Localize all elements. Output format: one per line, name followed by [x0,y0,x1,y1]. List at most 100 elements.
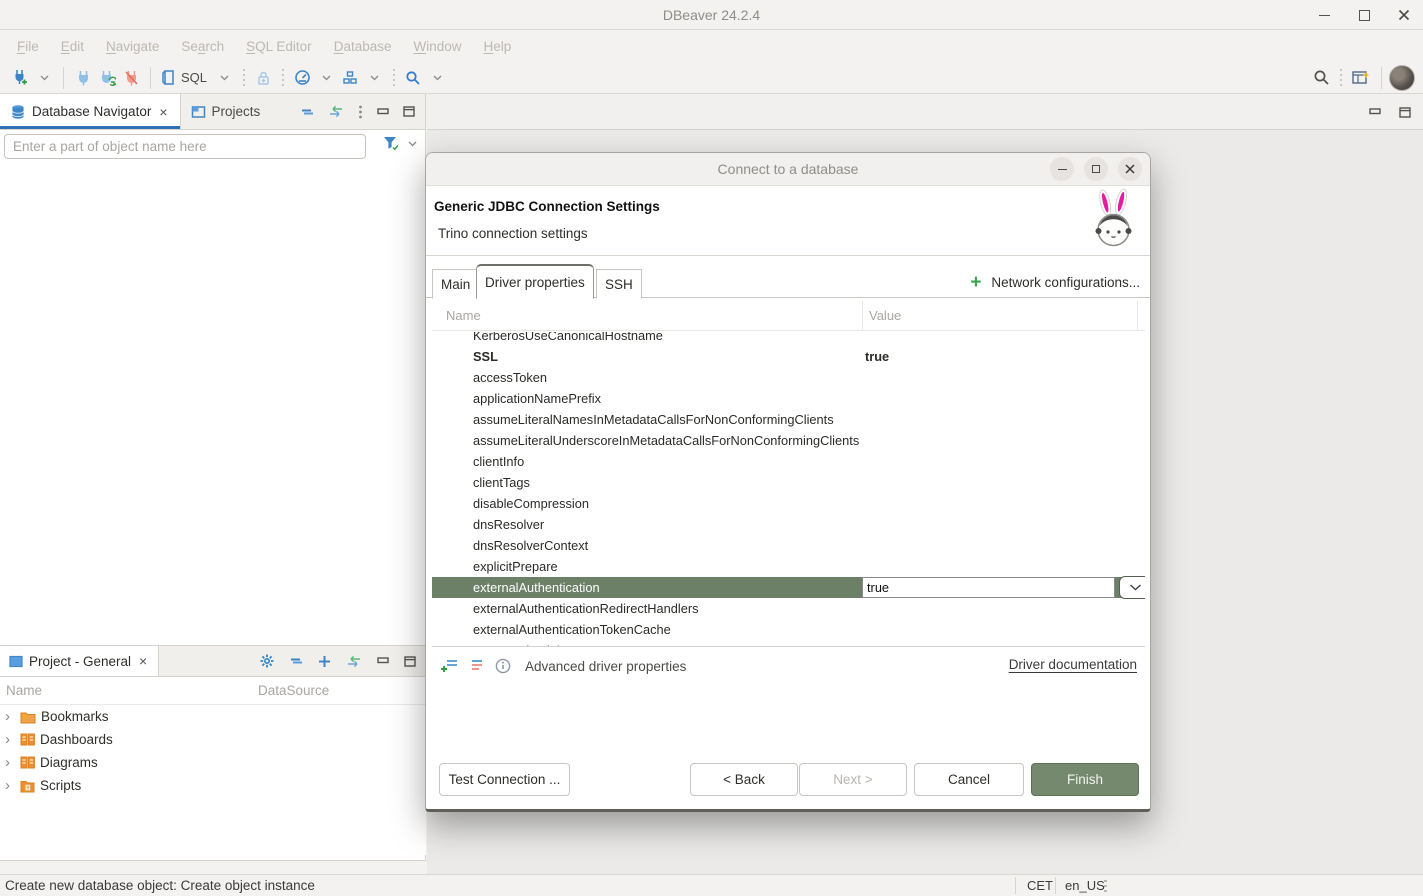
table-row[interactable]: dnsResolver [432,514,1145,535]
sql-editor-dropdown[interactable] [212,65,236,91]
sql-editor-button[interactable]: SQL [158,65,212,91]
connect-plug-icon [76,70,91,86]
tab-main[interactable]: Main [432,269,479,299]
menu-navigate[interactable]: Navigate [95,39,170,54]
collapse-all-icon[interactable] [301,107,314,117]
property-value-input[interactable] [862,577,1115,598]
finish-button[interactable]: Finish [1031,763,1139,796]
link-with-editor-icon[interactable] [328,105,344,118]
column-name[interactable]: Name [446,308,481,323]
tree-chevron-icon[interactable]: › [5,709,15,724]
maximize-panel-icon[interactable] [404,656,416,667]
tree-item-dashboards[interactable]: › Dashboards [0,728,426,751]
table-row[interactable]: assumeLiteralUnderscoreInMetadataCallsFo… [432,430,1145,451]
plus-icon: + [970,273,981,292]
commit-mode-button[interactable] [251,65,275,91]
remove-property-icon[interactable] [468,658,485,674]
disconnect-button[interactable] [119,65,143,91]
minimize-panel-icon[interactable] [377,657,389,665]
dialog-maximize-button[interactable] [1084,157,1108,181]
window-maximize-button[interactable] [1353,4,1375,26]
dashboards-icon [20,733,35,746]
value-dropdown-button[interactable] [1119,576,1145,599]
dialog-close-button[interactable] [1118,157,1142,181]
table-row[interactable]: accessToken [432,367,1145,388]
new-connection-button[interactable] [8,65,32,91]
table-row[interactable]: KerberosUseCanonicalHostname [432,332,1145,346]
gear-icon[interactable] [259,653,275,669]
maximize-panel-icon[interactable] [1399,107,1411,118]
tasks-dropdown[interactable] [362,65,386,91]
menu-search[interactable]: Search [170,39,235,54]
table-row[interactable]: externalAuthenticationRedirectHandlers [432,598,1145,619]
tree-item-bookmarks[interactable]: › Bookmarks [0,705,426,728]
tree-chevron-icon[interactable]: › [5,755,15,770]
tab-ssh[interactable]: SSH [596,269,642,299]
user-avatar[interactable] [1389,65,1415,91]
perspective-button[interactable] [1348,65,1374,91]
view-menu-icon[interactable] [358,105,363,119]
table-row[interactable]: clientTags [432,472,1145,493]
table-row[interactable]: dnsResolverContext [432,535,1145,556]
minimize-panel-icon[interactable] [377,108,389,116]
collapse-all-icon[interactable] [290,656,303,666]
tab-close-button[interactable]: × [157,104,169,120]
tab-driver-properties[interactable]: Driver properties [476,264,594,299]
global-search-button[interactable] [1309,65,1333,91]
object-filter-input[interactable] [4,134,366,159]
add-property-icon[interactable] [441,658,458,674]
back-button[interactable]: < Back [690,763,798,796]
menu-window[interactable]: Window [402,39,472,54]
tab-projects[interactable]: Projects [181,94,271,129]
table-row[interactable]: extraCredentials [432,640,1145,647]
window-close-button[interactable] [1393,4,1415,26]
network-configurations-button[interactable]: + Network configurations... [970,273,1140,292]
reconnect-button[interactable] [95,65,119,91]
cancel-button[interactable]: Cancel [914,763,1024,796]
table-row[interactable]: SSLtrue [432,346,1145,367]
tab-project-general[interactable]: Project - General × [0,646,159,676]
dashboard-dropdown[interactable] [314,65,338,91]
tree-chevron-icon[interactable]: › [5,732,15,747]
minimize-panel-icon[interactable] [1369,108,1381,116]
filter-funnel-icon[interactable] [383,136,400,151]
test-connection-button[interactable]: Test Connection ... [439,763,570,796]
table-row[interactable]: disableCompression [432,493,1145,514]
menu-help[interactable]: Help [473,39,523,54]
tasks-button[interactable] [338,65,362,91]
dialog-titlebar[interactable]: Connect to a database [426,153,1150,186]
connect-button[interactable] [71,65,95,91]
dashboard-button[interactable] [290,65,314,91]
menu-sql-editor[interactable]: SQL Editor [235,39,323,54]
column-name[interactable]: Name [6,683,42,698]
link-with-editor-icon[interactable] [346,655,362,668]
tree-item-diagrams[interactable]: › Diagrams [0,751,426,774]
dialog-minimize-button[interactable] [1050,157,1074,181]
column-value[interactable]: Value [869,308,901,323]
table-row[interactable]: assumeLiteralNamesInMetadataCallsForNonC… [432,409,1145,430]
table-row[interactable]: applicationNamePrefix [432,388,1145,409]
tree-chevron-icon[interactable]: › [5,778,15,793]
search-dropdown[interactable] [425,65,449,91]
table-row[interactable]: clientInfo [432,451,1145,472]
expand-all-icon[interactable] [318,655,331,668]
new-connection-dropdown[interactable] [32,65,56,91]
driver-documentation-link[interactable]: Driver documentation [1009,657,1137,672]
tab-close-button[interactable]: × [137,653,149,669]
table-row[interactable]: externalAuthenticationTokenCache [432,619,1145,640]
window-minimize-button[interactable] [1313,4,1335,26]
tab-database-navigator[interactable]: Database Navigator × [0,94,181,129]
menu-file[interactable]: File [6,39,50,54]
status-locale[interactable]: en_US [1065,878,1105,893]
column-datasource[interactable]: DataSource [258,683,329,698]
maximize-panel-icon[interactable] [403,106,415,117]
table-row-selected[interactable]: externalAuthentication [432,577,1145,598]
status-timezone[interactable]: CET [1027,878,1053,893]
menu-database[interactable]: Database [323,39,403,54]
table-row[interactable]: explicitPrepare [432,556,1145,577]
chevron-down-icon[interactable] [408,141,417,147]
tree-item-scripts[interactable]: › Scripts [0,774,426,797]
search-button[interactable] [401,65,425,91]
project-panel-tabbar: Project - General × [0,645,426,677]
menu-edit[interactable]: Edit [50,39,95,54]
